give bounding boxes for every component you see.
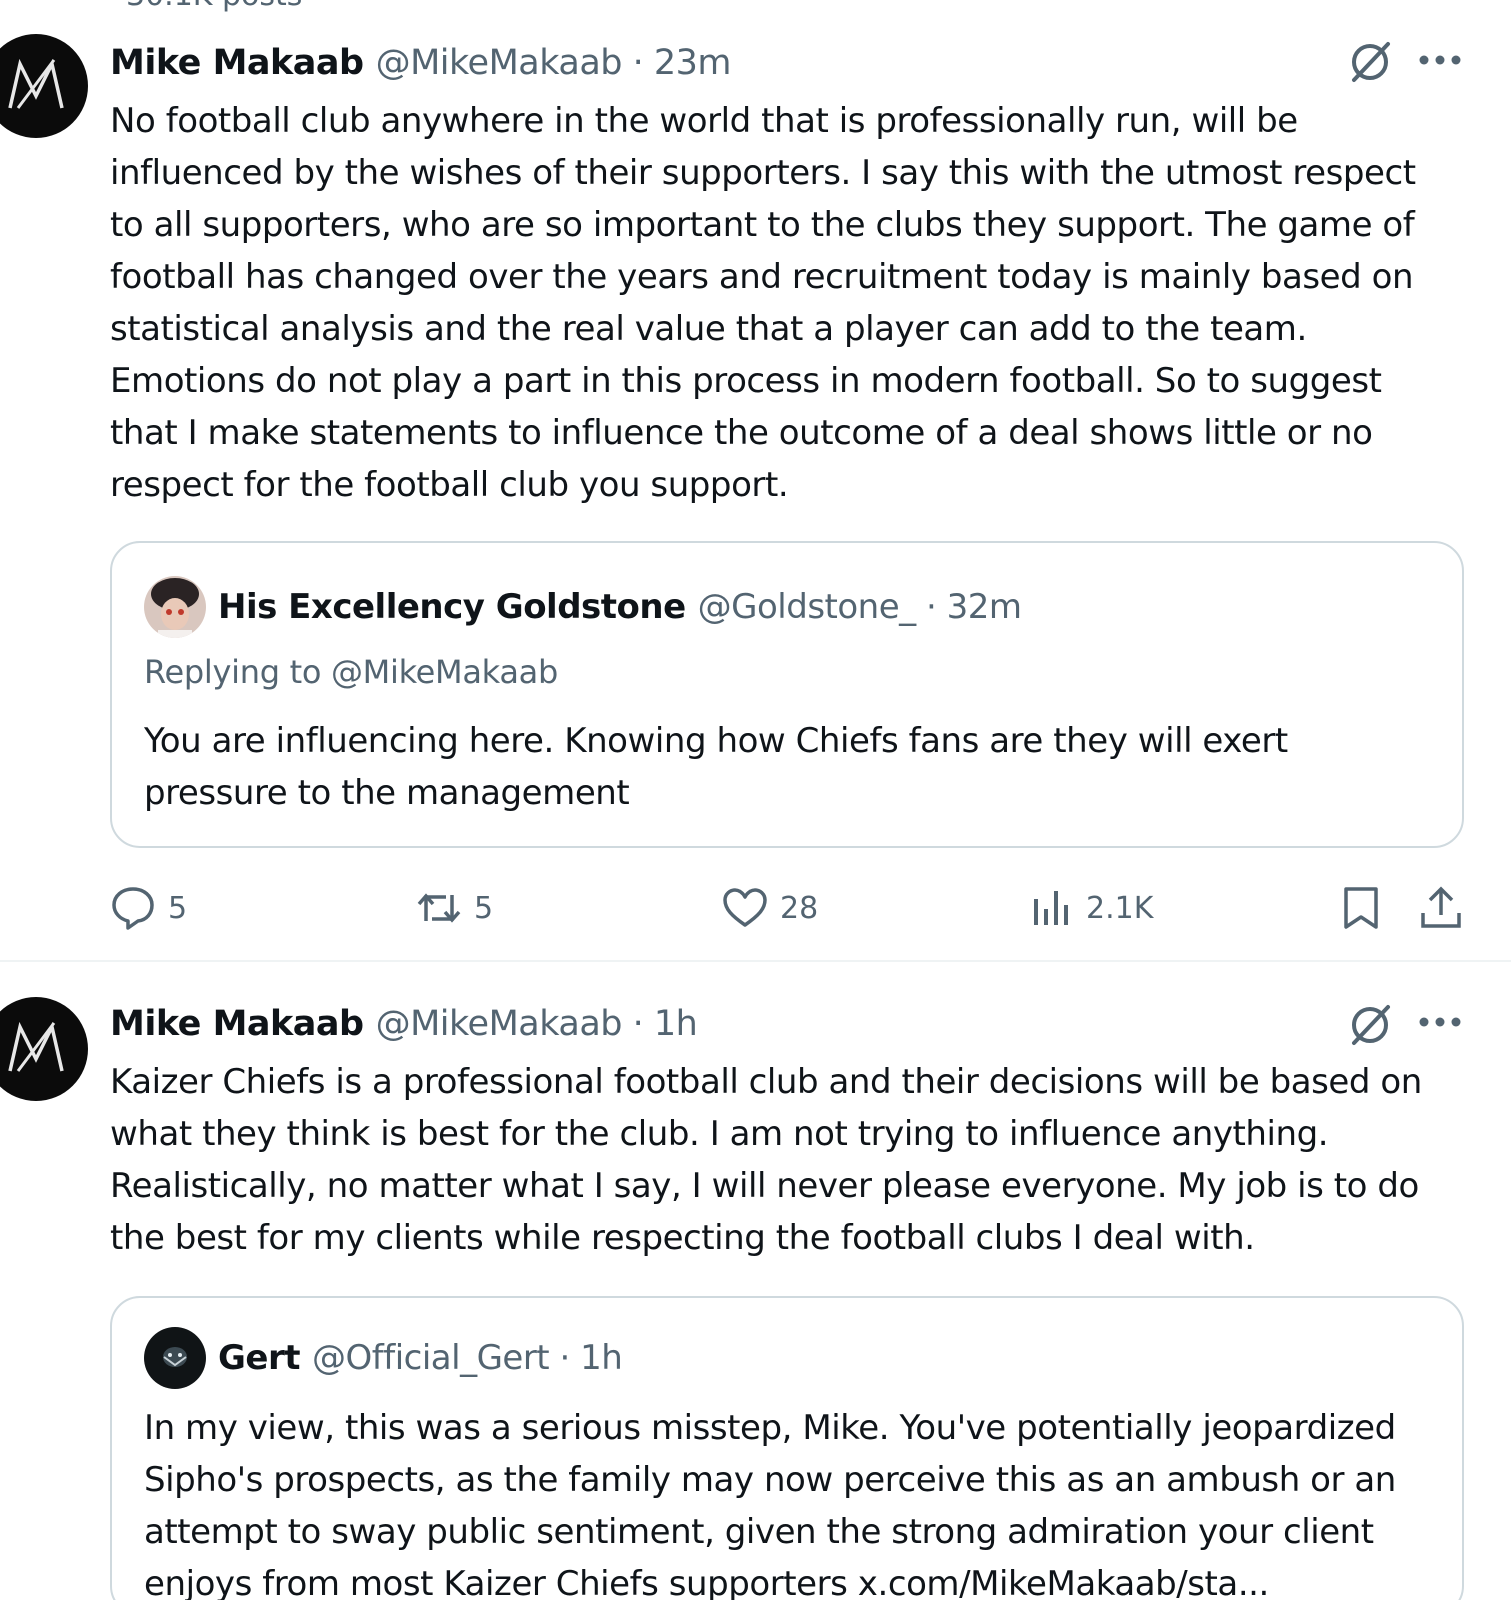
post-text: Kaizer Chiefs is a professional football… — [110, 1062, 1422, 1258]
grok-icon[interactable] — [1346, 1001, 1394, 1049]
quote-author-handle-time[interactable]: @Goldstone_ · 32m — [698, 587, 1022, 627]
more-icon[interactable] — [1416, 50, 1464, 70]
reply-count: 5 — [168, 890, 188, 926]
like-icon — [723, 888, 767, 927]
quote-author-name[interactable]: Gert — [218, 1338, 301, 1378]
share-button[interactable] — [1418, 880, 1464, 936]
quoted-post[interactable]: Gert @Official_Gert · 1h In my view, thi… — [110, 1296, 1464, 1600]
reply-button[interactable]: 5 — [110, 880, 187, 936]
quote-header: Gert @Official_Gert · 1h — [144, 1327, 623, 1389]
avatar-photo-icon — [144, 576, 206, 638]
post-header: Mike Makaab @MikeMakaab · 1h — [110, 1001, 698, 1047]
repost-icon — [417, 893, 461, 923]
view-count: 2.1K — [1086, 890, 1154, 926]
post[interactable]: Mike Makaab @MikeMakaab · 1h Kaizer Chie… — [0, 963, 1511, 1600]
replying-to: Replying to @MikeMakaab — [144, 653, 558, 691]
avatar[interactable] — [0, 997, 88, 1101]
reply-icon — [112, 887, 154, 930]
quote-author-handle-time[interactable]: @Official_Gert · 1h — [312, 1338, 623, 1378]
post[interactable]: Mike Makaab @MikeMakaab · 23m No footbal… — [0, 0, 1511, 962]
repost-button[interactable]: 5 — [416, 880, 493, 936]
quote-header: His Excellency Goldstone @Goldstone_ · 3… — [144, 576, 1022, 638]
avatar-photo-icon — [144, 1327, 206, 1389]
views-button[interactable]: 2.1K — [1028, 880, 1153, 936]
quote-text: You are influencing here. Knowing how Ch… — [144, 721, 1288, 813]
quote-avatar[interactable] — [144, 576, 206, 638]
post-actions: 5 5 28 2.1K — [110, 880, 1470, 936]
quote-avatar[interactable] — [144, 1327, 206, 1389]
post-header: Mike Makaab @MikeMakaab · 23m — [110, 40, 732, 86]
like-count: 28 — [780, 890, 819, 926]
repost-count: 5 — [474, 890, 494, 926]
bookmark-button[interactable] — [1338, 880, 1384, 936]
views-icon — [1034, 891, 1068, 925]
like-button[interactable]: 28 — [722, 880, 818, 936]
author-name[interactable]: Mike Makaab — [110, 1004, 364, 1044]
mm-logo-icon — [8, 1021, 64, 1072]
author-name[interactable]: Mike Makaab — [110, 43, 364, 83]
bookmark-icon — [1344, 887, 1378, 929]
share-icon — [1421, 886, 1461, 928]
author-handle-time[interactable]: @MikeMakaab · 23m — [376, 43, 732, 83]
author-handle-time[interactable]: @MikeMakaab · 1h — [376, 1004, 698, 1044]
quote-author-name[interactable]: His Excellency Goldstone — [218, 587, 686, 627]
mm-logo-icon — [8, 58, 64, 109]
grok-icon[interactable] — [1346, 38, 1394, 86]
quoted-post[interactable]: His Excellency Goldstone @Goldstone_ · 3… — [110, 541, 1464, 848]
quote-text: In my view, this was a serious misstep, … — [144, 1408, 1396, 1600]
post-text: No football club anywhere in the world t… — [110, 101, 1416, 505]
more-icon[interactable] — [1416, 1012, 1464, 1032]
avatar[interactable] — [0, 34, 88, 138]
